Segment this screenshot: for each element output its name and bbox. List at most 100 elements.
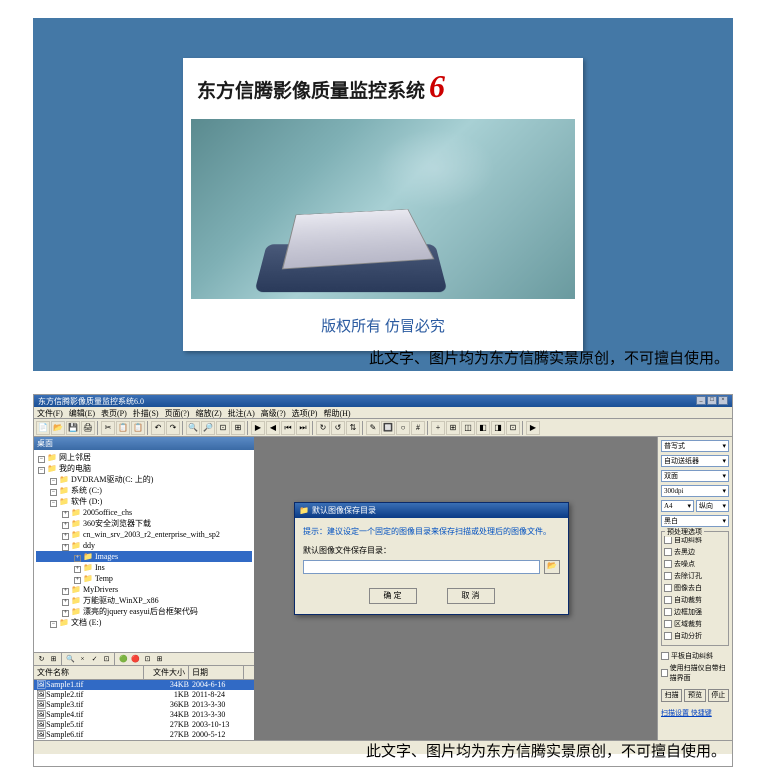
file-toolbar-button[interactable]: 🟢 xyxy=(118,654,129,665)
file-row[interactable]: 🖼Sample6.tif27KB2000-5-12 xyxy=(34,730,254,740)
file-toolbar-button[interactable]: ⊞ xyxy=(154,654,165,665)
toolbar-button[interactable]: ▶ xyxy=(251,421,265,435)
preprocess-checkbox[interactable]: 去黑边 xyxy=(664,547,726,557)
toolbar-button[interactable]: ↻ xyxy=(316,421,330,435)
toolbar-button[interactable]: ◫ xyxy=(461,421,475,435)
file-toolbar-button[interactable]: ✓ xyxy=(89,654,100,665)
tree-item[interactable]: −📁 网上邻居 xyxy=(36,452,252,463)
toolbar-button[interactable]: ◧ xyxy=(476,421,490,435)
file-row[interactable]: 🖼Sample4.tif34KB2013-3-30 xyxy=(34,710,254,720)
preprocess-checkbox[interactable]: 区域裁剪 xyxy=(664,619,726,629)
toolbar-button[interactable]: 🔲 xyxy=(381,421,395,435)
menu-item[interactable]: 编辑(E) xyxy=(69,408,95,417)
toolbar-button[interactable]: 🖨 xyxy=(81,421,95,435)
toolbar-button[interactable]: 📋 xyxy=(131,421,145,435)
file-toolbar-button[interactable]: ⊡ xyxy=(142,654,153,665)
file-row[interactable]: 🖼Sample1.tif34KB2004-6-16 xyxy=(34,680,254,690)
toolbar-button[interactable]: ✂ xyxy=(101,421,115,435)
cancel-button[interactable]: 取 消 xyxy=(447,588,495,604)
preprocess-checkbox[interactable]: 去除订孔 xyxy=(664,571,726,581)
orient-select[interactable]: 纵向 xyxy=(696,500,729,512)
toolbar-button[interactable]: 🔎 xyxy=(201,421,215,435)
file-toolbar-button[interactable]: ↻ xyxy=(36,654,47,665)
preprocess-checkbox[interactable]: 自动裁剪 xyxy=(664,595,726,605)
color-select[interactable]: 黑白 xyxy=(661,515,729,527)
tree-item[interactable]: +📁 360安全浏览器下载 xyxy=(36,518,252,529)
file-toolbar-button[interactable]: 🔴 xyxy=(130,654,141,665)
scan-select[interactable]: 双面 xyxy=(661,470,729,482)
menu-item[interactable]: 文件(F) xyxy=(37,408,63,417)
menu-item[interactable]: 缩放(Z) xyxy=(195,408,221,417)
toolbar-button[interactable]: 📋 xyxy=(116,421,130,435)
flatbed-checkbox[interactable]: 平板自动纠斜 xyxy=(661,651,729,661)
maximize-button[interactable]: □ xyxy=(707,396,717,405)
tree-item[interactable]: −📁 系统 (C:) xyxy=(36,485,252,496)
tree-item[interactable]: +📁 MyDrivers xyxy=(36,584,252,595)
ok-button[interactable]: 确 定 xyxy=(369,588,417,604)
settings-links[interactable]: 扫描设置 快捷键 xyxy=(661,708,729,718)
toolbar-button[interactable]: ⊞ xyxy=(446,421,460,435)
tree-item[interactable]: +📁 2005office_chs xyxy=(36,507,252,518)
file-toolbar-button[interactable]: ⊞ xyxy=(48,654,59,665)
toolbar-button[interactable]: ↶ xyxy=(151,421,165,435)
tree-item[interactable]: +📁 万能驱动_WinXP_x86 xyxy=(36,595,252,606)
tree-item[interactable]: −📁 软件 (D:) xyxy=(36,496,252,507)
scan-select[interactable]: 300dpi xyxy=(661,485,729,497)
toolbar-button[interactable]: 📄 xyxy=(36,421,50,435)
preprocess-checkbox[interactable]: 自动分折 xyxy=(664,631,726,641)
toolbar-button[interactable]: ▶ xyxy=(526,421,540,435)
toolbar-button[interactable]: ⊡ xyxy=(506,421,520,435)
tree-item[interactable]: −📁 文档 (E:) xyxy=(36,617,252,628)
dir-input[interactable] xyxy=(303,560,540,574)
tree-item[interactable]: +📁 cn_win_srv_2003_r2_enterprise_with_sp… xyxy=(36,529,252,540)
toolbar-button[interactable]: ⏮ xyxy=(281,421,295,435)
file-toolbar-button[interactable]: × xyxy=(77,654,88,665)
toolbar-button[interactable]: ○ xyxy=(396,421,410,435)
menu-item[interactable]: 批注(A) xyxy=(228,408,255,417)
menu-item[interactable]: 高级(?) xyxy=(261,408,286,417)
scan-select[interactable]: 自动送纸器 xyxy=(661,455,729,467)
file-toolbar-button[interactable]: ⊡ xyxy=(101,654,112,665)
toolbar-button[interactable]: 💾 xyxy=(66,421,80,435)
preprocess-checkbox[interactable]: 图像去白 xyxy=(664,583,726,593)
menu-item[interactable]: 表页(P) xyxy=(101,408,127,417)
preprocess-checkbox[interactable]: 边框加强 xyxy=(664,607,726,617)
tree-item[interactable]: +📁 Images xyxy=(36,551,252,562)
folder-tree[interactable]: −📁 网上邻居−📁 我的电脑−📁 DVDRAM驱动(C: 上的)−📁 系统 (C… xyxy=(34,450,254,652)
tree-item[interactable]: +📁 漂亮的jquery easyui后台框架代码 xyxy=(36,606,252,617)
toolbar-button[interactable]: 🔍 xyxy=(186,421,200,435)
native-ui-checkbox[interactable]: 使用扫描仪自带扫描界面 xyxy=(661,663,729,683)
toolbar-button[interactable]: # xyxy=(411,421,425,435)
scan-action-button[interactable]: 停止 xyxy=(708,689,729,702)
tree-item[interactable]: −📁 DVDRAM驱动(C: 上的) xyxy=(36,474,252,485)
file-row[interactable]: 🖼Sample5.tif27KB2003-10-13 xyxy=(34,720,254,730)
size-select[interactable]: A4 xyxy=(661,500,694,512)
scan-action-button[interactable]: 扫描 xyxy=(661,689,682,702)
minimize-button[interactable]: _ xyxy=(696,396,706,405)
close-button[interactable]: × xyxy=(718,396,728,405)
toolbar-button[interactable]: ⊞ xyxy=(231,421,245,435)
file-toolbar-button[interactable]: 🔍 xyxy=(65,654,76,665)
toolbar-button[interactable]: ⊡ xyxy=(216,421,230,435)
preprocess-checkbox[interactable]: 去噪点 xyxy=(664,559,726,569)
menu-item[interactable]: 页面(?) xyxy=(165,408,190,417)
menu-item[interactable]: 扑描(S) xyxy=(133,408,159,417)
tree-item[interactable]: +📁 Ins xyxy=(36,562,252,573)
tree-item[interactable]: +📁 ddy xyxy=(36,540,252,551)
scan-select[interactable]: 普写式 xyxy=(661,440,729,452)
toolbar-button[interactable]: ⏭ xyxy=(296,421,310,435)
menu-item[interactable]: 选项(P) xyxy=(292,408,318,417)
toolbar-button[interactable]: ✎ xyxy=(366,421,380,435)
toolbar-button[interactable]: ◨ xyxy=(491,421,505,435)
tree-item[interactable]: +📁 Temp xyxy=(36,573,252,584)
scan-action-button[interactable]: 预览 xyxy=(684,689,705,702)
toolbar-button[interactable]: 📂 xyxy=(51,421,65,435)
browse-button[interactable]: 📂 xyxy=(544,560,560,574)
menu-item[interactable]: 帮助(H) xyxy=(323,408,350,417)
file-list[interactable]: 🖼Sample1.tif34KB2004-6-16🖼Sample2.tif1KB… xyxy=(34,680,254,740)
toolbar-button[interactable]: ↷ xyxy=(166,421,180,435)
toolbar-button[interactable]: + xyxy=(431,421,445,435)
tree-item[interactable]: −📁 我的电脑 xyxy=(36,463,252,474)
file-row[interactable]: 🖼Sample3.tif36KB2013-3-30 xyxy=(34,700,254,710)
toolbar-button[interactable]: ⇅ xyxy=(346,421,360,435)
